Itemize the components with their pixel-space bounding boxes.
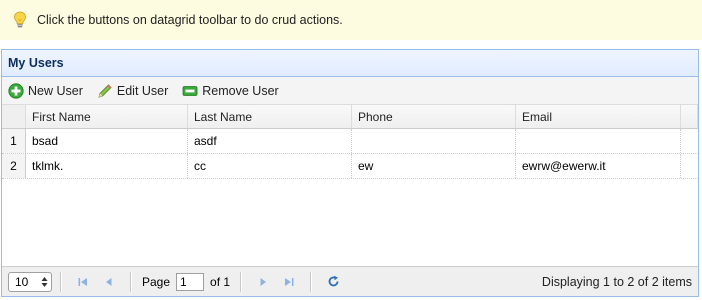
new-user-button[interactable]: New User: [8, 82, 83, 99]
users-panel: My Users New User Edit User Remove User …: [1, 49, 699, 297]
separator: [310, 271, 313, 292]
page-size-select[interactable]: 10: [8, 271, 52, 292]
add-icon: [8, 82, 24, 99]
header-filler: [681, 105, 698, 128]
pagination-bar: 10 Page of 1: [2, 266, 698, 296]
table-row[interactable]: 1 bsad asdf: [2, 129, 698, 154]
table-row[interactable]: 2 tklmk. cc ew ewrw@ewerw.it: [2, 154, 698, 179]
refresh-button[interactable]: [325, 274, 341, 290]
page-label: Page: [142, 274, 171, 289]
tip-text: Click the buttons on datagrid toolbar to…: [37, 13, 343, 27]
separator: [60, 271, 62, 292]
remove-user-button[interactable]: Remove User: [182, 83, 279, 99]
last-page-icon: [285, 277, 294, 286]
edit-user-label: Edit User: [116, 83, 169, 98]
datagrid-toolbar: New User Edit User Remove User: [2, 77, 698, 105]
lightbulb-icon: [14, 11, 26, 28]
panel-title: My Users: [8, 56, 64, 70]
select-arrows-icon: [41, 276, 48, 287]
last-name-cell: asdf: [188, 129, 352, 153]
email-cell: ewrw@ewerw.it: [516, 154, 681, 178]
tip-banner: Click the buttons on datagrid toolbar to…: [0, 0, 702, 40]
panel-header: My Users: [2, 50, 698, 77]
email-cell: [516, 129, 681, 153]
last-name-cell: cc: [188, 154, 352, 178]
column-header-phone[interactable]: Phone: [352, 105, 516, 128]
column-header-first-name[interactable]: First Name: [26, 105, 188, 128]
prev-page-button[interactable]: [101, 274, 117, 290]
remove-user-label: Remove User: [202, 83, 279, 98]
row-number: 1: [2, 129, 26, 153]
next-page-icon: [260, 277, 267, 286]
column-header-email[interactable]: Email: [516, 105, 681, 128]
next-page-button[interactable]: [255, 274, 271, 290]
grid-header: First Name Last Name Phone Email: [2, 105, 698, 129]
first-page-button[interactable]: [75, 274, 91, 290]
last-page-button[interactable]: [281, 274, 297, 290]
page-size-value: 10: [15, 274, 29, 289]
pagination-info: Displaying 1 to 2 of 2 items: [541, 274, 692, 289]
separator: [130, 271, 132, 292]
row-number-header: [2, 105, 26, 128]
prev-page-icon: [106, 277, 112, 286]
phone-cell: ew: [352, 154, 516, 178]
page-count-label: of 1: [210, 274, 231, 289]
separator: [240, 271, 243, 292]
new-user-label: New User: [28, 83, 83, 98]
first-name-cell: bsad: [26, 129, 188, 153]
first-page-icon: [78, 277, 87, 286]
remove-icon: [182, 85, 198, 96]
pencil-icon: [98, 83, 112, 98]
phone-cell: [352, 129, 516, 153]
row-number: 2: [2, 154, 26, 178]
users-datagrid: First Name Last Name Phone Email 1 bsad …: [2, 105, 698, 265]
refresh-icon: [328, 275, 338, 287]
edit-user-button[interactable]: Edit User: [97, 83, 168, 99]
page-number-input[interactable]: [176, 272, 205, 291]
column-header-last-name[interactable]: Last Name: [188, 105, 352, 128]
first-name-cell: tklmk.: [26, 154, 188, 178]
